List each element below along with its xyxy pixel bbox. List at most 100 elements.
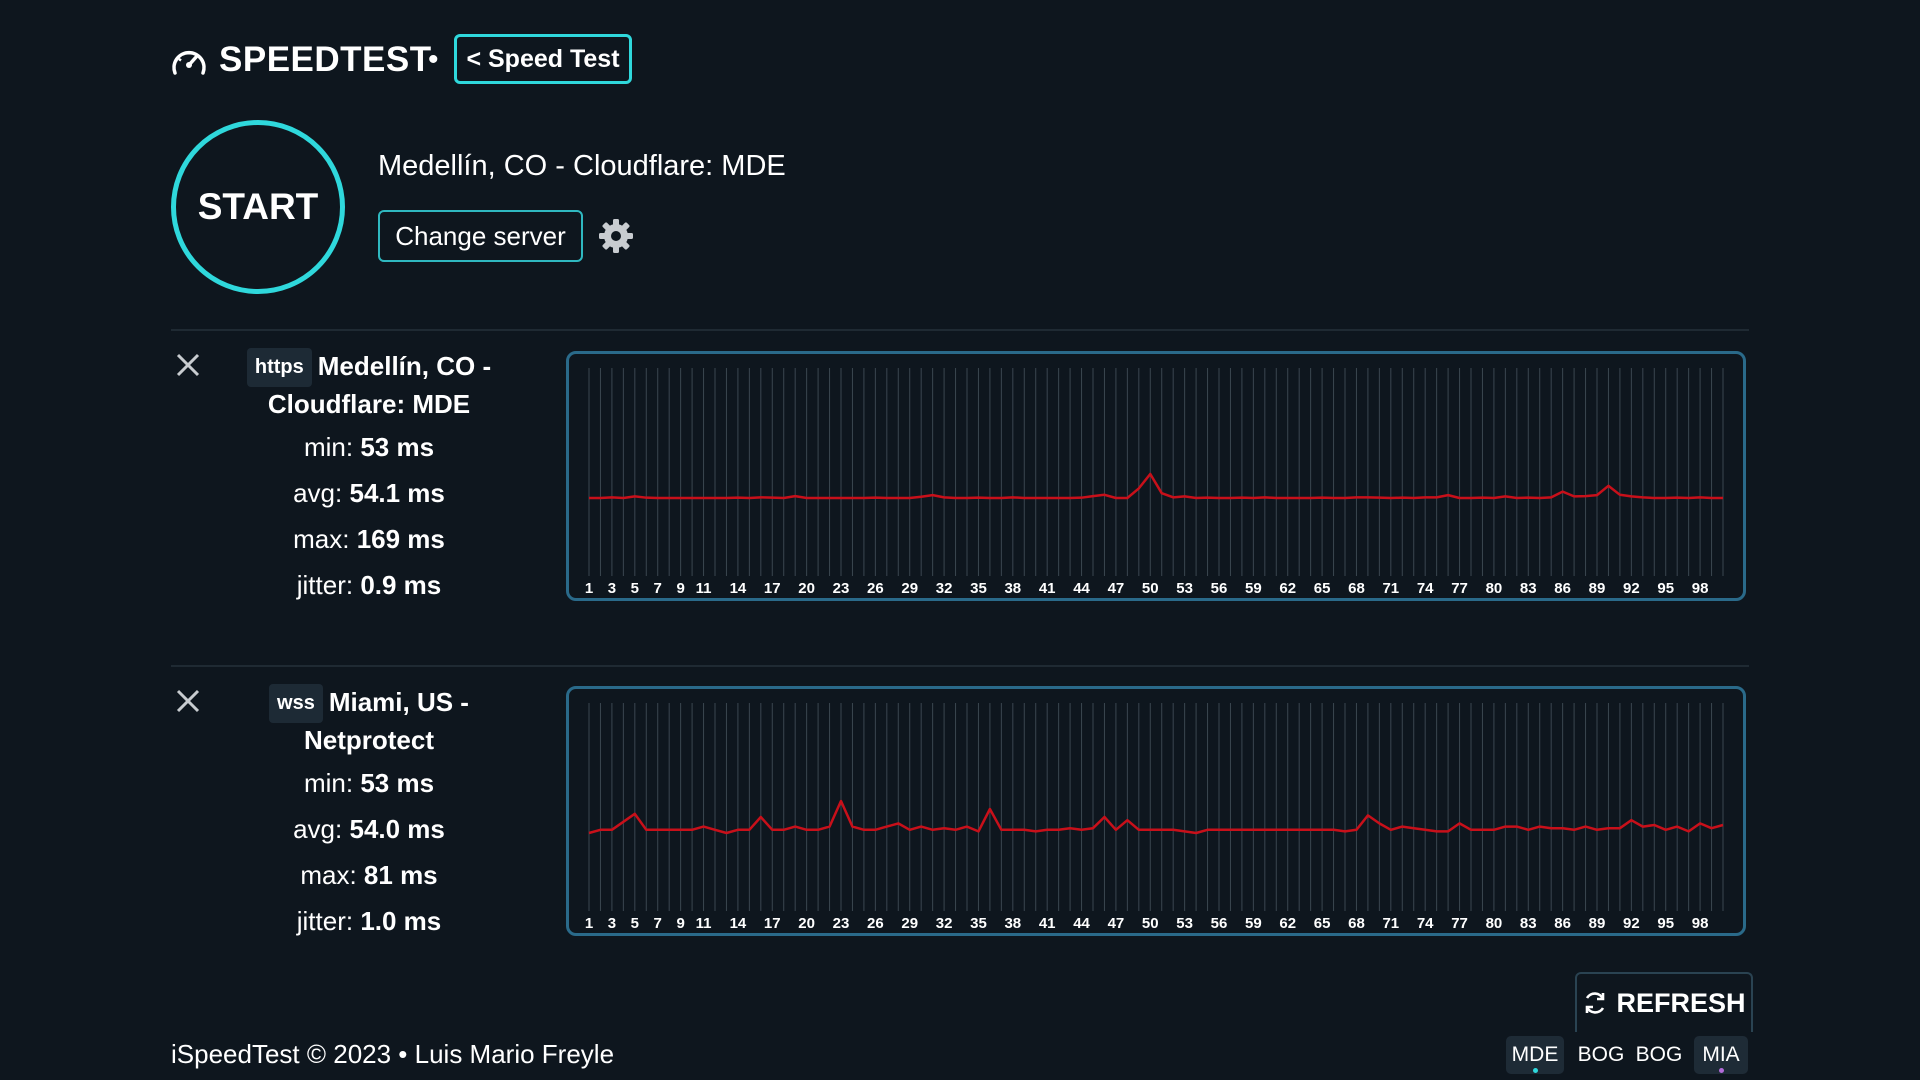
divider (171, 329, 1749, 331)
stat-max: max: 81 ms (300, 860, 438, 890)
start-button[interactable]: START (171, 120, 345, 294)
x-tick-label: 56 (1211, 580, 1228, 597)
x-tick-label: 41 (1039, 580, 1056, 597)
x-tick-label: 74 (1417, 580, 1434, 597)
stat-avg: avg: 54.0 ms (293, 814, 445, 844)
stat-min: min: 53 ms (303, 432, 435, 462)
x-tick-label: 26 (867, 915, 884, 932)
x-tick-label: 65 (1314, 915, 1331, 932)
app-logo-text: SPEEDTEST (219, 40, 432, 79)
x-tick-label: 41 (1039, 915, 1056, 932)
refresh-button[interactable]: REFRESH (1575, 972, 1753, 1032)
result-title-line2: Netprotect (303, 725, 434, 755)
x-tick-label: 35 (970, 580, 987, 597)
x-tick-label: 9 (676, 580, 684, 597)
result-title: https Medellín, CO - (169, 348, 569, 387)
x-tick-label: 95 (1657, 915, 1674, 932)
server-chip-bog[interactable]: BOG (1630, 1036, 1688, 1074)
x-tick-label: 89 (1589, 580, 1606, 597)
result-title: wss Miami, US - (169, 684, 569, 723)
x-tick-label: 83 (1520, 580, 1537, 597)
x-tick-label: 44 (1073, 915, 1090, 932)
x-tick-label: 92 (1623, 915, 1640, 932)
x-tick-label: 7 (654, 580, 662, 597)
x-tick-label: 80 (1486, 580, 1503, 597)
x-tick-label: 1 (585, 915, 593, 932)
x-tick-label: 86 (1554, 915, 1571, 932)
x-tick-label: 17 (764, 580, 781, 597)
x-tick-label: 71 (1382, 915, 1399, 932)
result-info-wss: wss Miami, US - Netprotect min: 53 ms avg… (169, 684, 569, 944)
x-tick-label: 9 (676, 915, 684, 932)
divider (171, 665, 1749, 667)
x-tick-label: 89 (1589, 915, 1606, 932)
gear-icon[interactable] (598, 218, 634, 254)
x-tick-label: 26 (867, 580, 884, 597)
header-separator: • (428, 43, 439, 76)
latency-series-line (589, 472, 1723, 500)
x-tick-label: 68 (1348, 915, 1365, 932)
x-tick-label: 77 (1451, 580, 1468, 597)
x-tick-label: 56 (1211, 915, 1228, 932)
x-tick-label: 17 (764, 915, 781, 932)
x-tick-label: 62 (1279, 580, 1296, 597)
x-tick-label: 32 (936, 915, 953, 932)
result-title-line2: Cloudflare: MDE (267, 389, 471, 419)
stat-min: min: 53 ms (303, 768, 435, 798)
x-tick-label: 29 (901, 915, 918, 932)
server-chip-mia[interactable]: MIA (1694, 1036, 1748, 1074)
x-tick-label: 14 (730, 915, 747, 932)
footer-copyright: iSpeedTest © 2023 • Luis Mario Freyle (171, 1039, 615, 1069)
x-tick-label: 23 (833, 580, 850, 597)
x-tick-label: 44 (1073, 580, 1090, 597)
x-tick-label: 74 (1417, 915, 1434, 932)
x-tick-label: 32 (936, 580, 953, 597)
speed-test-back-button[interactable]: < Speed Test (454, 34, 632, 84)
server-chip-mde[interactable]: MDE (1506, 1036, 1564, 1074)
x-tick-label: 86 (1554, 580, 1571, 597)
change-server-button[interactable]: Change server (378, 210, 583, 262)
x-tick-label: 59 (1245, 915, 1262, 932)
x-tick-label: 53 (1176, 915, 1193, 932)
x-tick-label: 35 (970, 915, 987, 932)
x-tick-label: 95 (1657, 580, 1674, 597)
latency-chart-svg: 1 3 5 7 9 11 14 17 20 23 26 29 32 35 38 41 44 47 50 53 56 59 6… (585, 703, 1724, 932)
x-tick-label: 11 (696, 915, 712, 932)
x-tick-label: 47 (1108, 580, 1125, 597)
stat-max: max: 169 ms (293, 524, 445, 554)
x-tick-label: 65 (1314, 580, 1331, 597)
x-tick-label: 77 (1451, 915, 1468, 932)
x-tick-label: 50 (1142, 580, 1159, 597)
x-tick-label: 71 (1382, 580, 1399, 597)
x-tick-label: 50 (1142, 915, 1159, 932)
selected-server-name: Medellín, CO - Cloudflare: MDE (378, 150, 786, 182)
latency-chart-https: 1 3 5 7 9 11 14 17 20 23 26 29 32 35 38 41 44 47 50 53 56 59 6… (566, 351, 1746, 601)
x-tick-label: 98 (1692, 915, 1709, 932)
x-tick-label: 29 (901, 580, 918, 597)
protocol-badge: wss (269, 684, 323, 723)
refresh-icon (1586, 992, 1605, 1014)
x-tick-label: 38 (1004, 915, 1021, 932)
x-tick-label: 62 (1279, 915, 1296, 932)
result-title-line1: Miami, US - (328, 687, 469, 717)
result-title-line1: Medellín, CO - (317, 351, 492, 381)
x-tick-label: 20 (798, 915, 815, 932)
x-tick-label: 11 (696, 580, 712, 597)
x-tick-label: 5 (631, 580, 639, 597)
latency-chart-wss: 1 3 5 7 9 11 14 17 20 23 26 29 32 35 38 41 44 47 50 53 56 59 6… (566, 686, 1746, 936)
latency-chart-svg: 1 3 5 7 9 11 14 17 20 23 26 29 32 35 38 41 44 47 50 53 56 59 6… (585, 368, 1724, 597)
refresh-label: REFRESH (1616, 987, 1746, 1018)
x-tick-label: 1 (585, 580, 593, 597)
server-chip-bog[interactable]: BOG (1572, 1036, 1630, 1074)
x-tick-label: 3 (608, 915, 616, 932)
x-tick-label: 5 (631, 915, 639, 932)
x-tick-label: 83 (1520, 915, 1537, 932)
x-tick-label: 14 (730, 580, 747, 597)
x-tick-label: 7 (654, 915, 662, 932)
stat-avg: avg: 54.1 ms (293, 478, 445, 508)
x-tick-label: 92 (1623, 580, 1640, 597)
x-tick-label: 3 (608, 580, 616, 597)
active-indicator (1533, 1068, 1538, 1073)
latency-series-line (588, 799, 1724, 835)
x-tick-label: 23 (833, 915, 850, 932)
